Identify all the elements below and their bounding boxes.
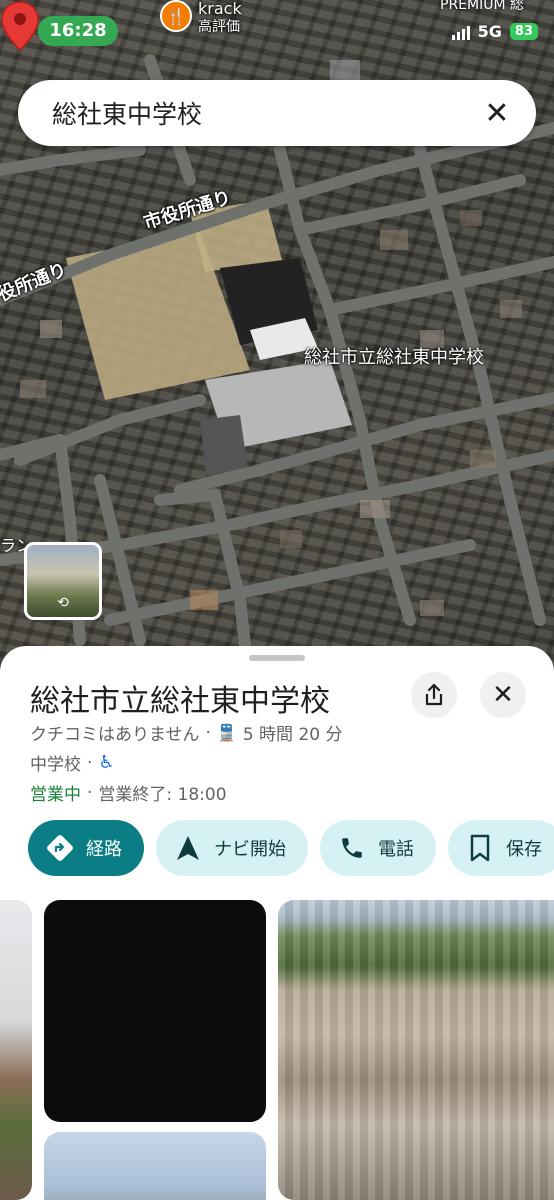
photo-building[interactable] [0,900,32,1200]
phone-icon [338,834,366,862]
directions-icon [46,834,74,862]
restaurant-icon: 🍴 [160,0,192,32]
share-icon [425,683,443,706]
network-type: 5G [477,22,502,41]
photo-dark[interactable] [44,900,266,1122]
category-text: 中学校 [30,755,81,775]
search-bar[interactable]: 総社東中学校 ✕ [18,80,536,146]
start-navigation-label: ナビ開始 [214,839,286,860]
directions-button[interactable]: 経路 [28,820,144,876]
map-view[interactable]: 16:28 🍴 krack 高評価 PREMIUM 総 5G 83 総社東中学校… [0,0,554,700]
transit-time: 5 時間 20 分 [242,725,343,745]
open-status: 営業中 [30,785,81,805]
street-view-thumbnail[interactable]: ⟲ [24,542,102,620]
clear-search-icon[interactable]: ✕ [480,96,514,131]
action-chips: 経路 ナビ開始 電話 保存 [28,820,554,876]
map-poi-krack[interactable]: 🍴 krack 高評価 [160,0,242,36]
call-label: 電話 [378,839,414,860]
directions-label: 経路 [86,839,122,860]
reviews-text: クチコミはありません [30,725,200,745]
search-input[interactable]: 総社東中学校 [52,95,480,131]
wheelchair-icon: ♿ [98,752,115,773]
drag-handle[interactable] [249,655,305,661]
rotate-360-icon: ⟲ [57,595,69,611]
status-time: 16:28 [38,16,118,46]
start-navigation-button[interactable]: ナビ開始 [156,820,308,876]
status-indicators: 5G 83 [451,22,538,41]
train-icon: 🚆 [216,723,237,742]
location-pin-icon[interactable] [0,0,40,52]
save-button[interactable]: 保存 [448,820,554,876]
battery-icon: 83 [509,23,538,40]
map-school-label[interactable]: 総社市立総社東中学校 [304,346,494,370]
photo-aerial-view[interactable] [278,900,554,1200]
closing-time: 営業終了: 18:00 [98,785,227,805]
place-sheet: 総社市立総社東中学校 ✕ クチコミはありません · 🚆 5 時間 20 分 中学… [0,646,554,1200]
call-button[interactable]: 電話 [320,820,436,876]
photo-trees[interactable] [44,1132,266,1200]
map-label-premium: PREMIUM 総 [440,0,524,13]
info-reviews-line: クチコミはありません · 🚆 5 時間 20 分 [30,720,343,746]
share-button[interactable] [411,672,457,718]
info-hours-line[interactable]: 営業中 · 営業終了: 18:00 [30,780,227,806]
close-button[interactable]: ✕ [480,672,526,718]
save-label: 保存 [506,839,542,860]
place-title: 総社市立総社東中学校 [30,684,330,719]
poi-name: krack [198,0,242,18]
close-icon: ✕ [492,680,514,710]
signal-icon [451,24,470,40]
navigation-icon [174,834,202,862]
bookmark-icon [466,834,494,862]
poi-subtitle: 高評価 [198,19,240,35]
info-category-line: 中学校 · ♿ [30,752,115,775]
